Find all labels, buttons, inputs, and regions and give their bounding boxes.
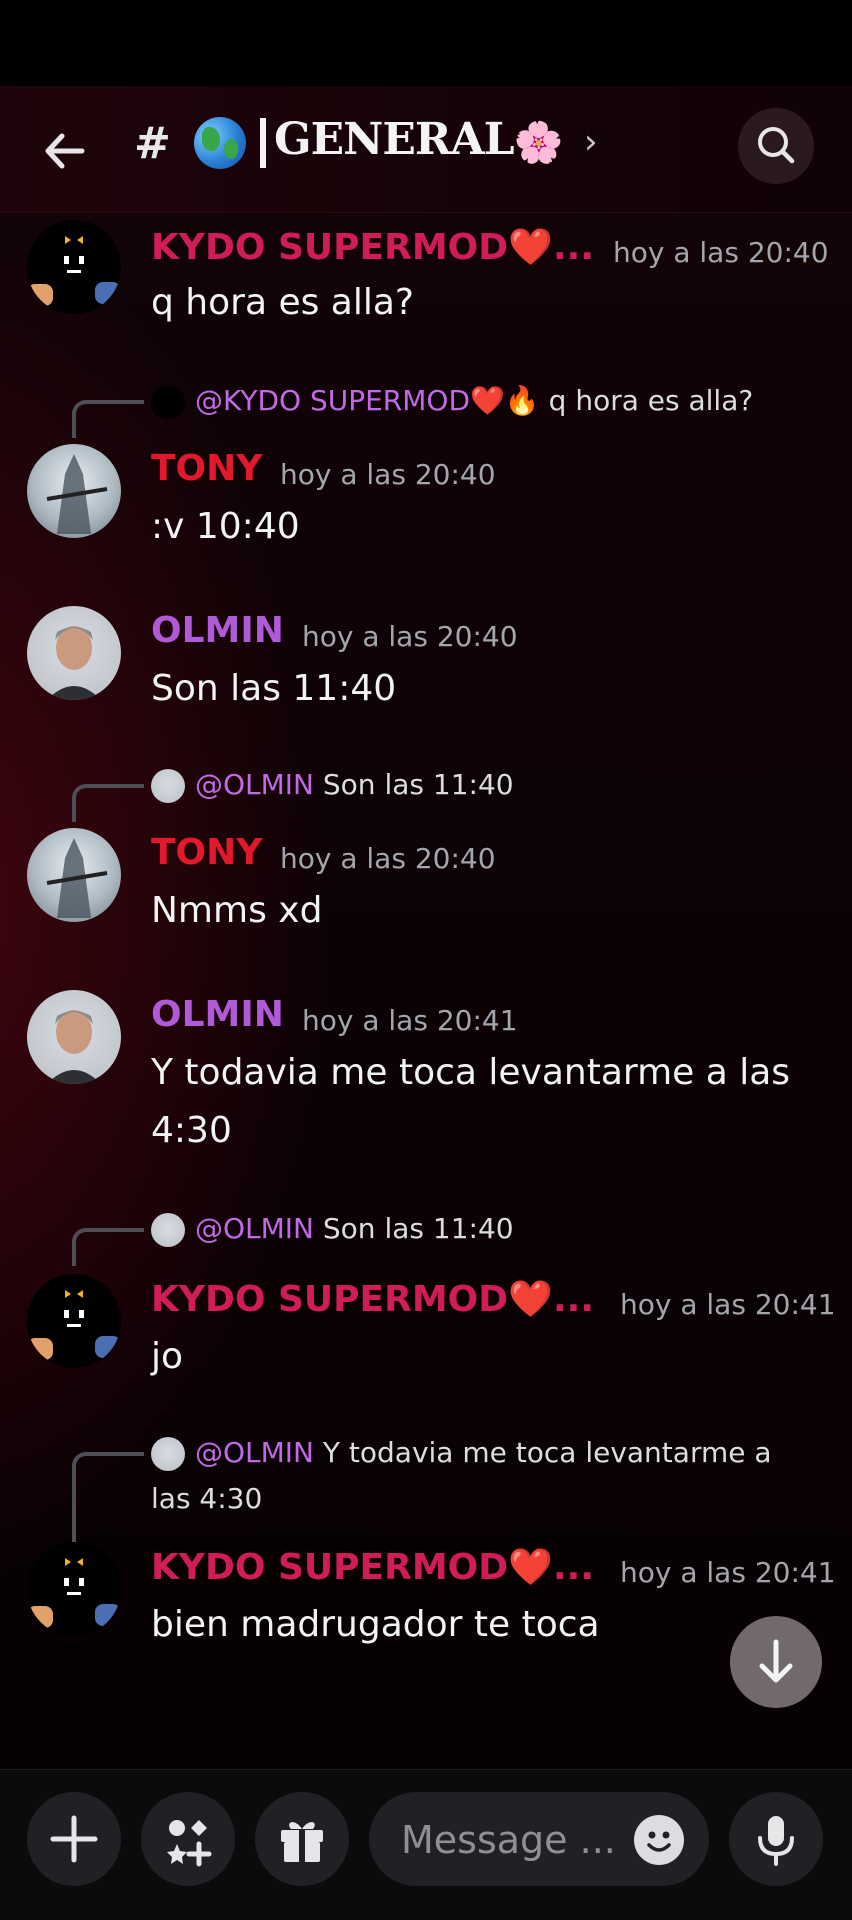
author-name[interactable]: KYDO SUPERMOD❤️...: [151, 1278, 594, 1320]
kydo-avatar-icon: [27, 1278, 121, 1360]
avatar-kydo[interactable]: [27, 1274, 121, 1368]
hash-icon: #: [134, 118, 171, 169]
separator-bar: [260, 117, 266, 168]
search-icon: [758, 127, 795, 164]
voice-message-button[interactable]: [729, 1792, 823, 1886]
reply-preview[interactable]: @KYDO SUPERMOD❤️🔥 q hora es alla?: [151, 384, 753, 419]
reply-avatar: [151, 1437, 185, 1471]
reply-connector: [72, 400, 144, 438]
avatar-olmin[interactable]: [27, 990, 121, 1084]
jump-to-present-button[interactable]: [730, 1616, 822, 1708]
tony-avatar-icon: [46, 454, 108, 534]
reply-preview[interactable]: @OLMIN Y todavia me toca levantarme a: [151, 1436, 772, 1471]
arrow-down-icon: [759, 1639, 793, 1683]
reply-text-line2: las 4:30: [151, 1482, 263, 1515]
reply-text: Son las 11:40: [322, 768, 514, 801]
timestamp: hoy a las 20:40: [302, 620, 518, 653]
avatar-olmin[interactable]: [27, 606, 121, 700]
reply-text: Son las 11:40: [322, 1212, 514, 1245]
message-composer: Message ...: [0, 1769, 852, 1920]
timestamp: hoy a las 20:41: [620, 1556, 836, 1589]
plus-icon: [50, 1815, 98, 1863]
message-text: jo: [151, 1336, 184, 1377]
timestamp: hoy a las 20:40: [280, 458, 496, 491]
chevron-right-icon[interactable]: ›: [584, 122, 598, 162]
gift-button[interactable]: [255, 1792, 349, 1886]
search-button[interactable]: [738, 108, 814, 184]
reply-mention: @OLMIN: [195, 1436, 314, 1469]
avatar-kydo[interactable]: [27, 220, 121, 314]
message-input-placeholder: Message ...: [401, 1818, 616, 1862]
olmin-avatar-icon: [47, 626, 101, 700]
tony-avatar-icon: [46, 838, 108, 918]
back-button[interactable]: [38, 124, 92, 178]
attach-button[interactable]: [27, 1792, 121, 1886]
flower-icon: 🌸: [513, 119, 564, 166]
reply-preview[interactable]: @OLMIN Son las 11:40: [151, 768, 514, 803]
reply-avatar: [151, 769, 185, 803]
message-text: :v 10:40: [151, 506, 300, 547]
chat-app: # GENERAL🌸 › KYDO SUPERMOD❤️... hoy a la…: [0, 86, 852, 1920]
author-name[interactable]: TONY: [151, 832, 262, 873]
reply-connector: [72, 1228, 144, 1266]
timestamp: hoy a las 20:41: [620, 1288, 836, 1321]
author-name[interactable]: TONY: [151, 448, 262, 489]
reply-connector: [72, 1452, 144, 1546]
avatar-tony[interactable]: [27, 828, 121, 922]
avatar-tony[interactable]: [27, 444, 121, 538]
message-text: q hora es alla?: [151, 282, 415, 323]
reply-avatar: [151, 1213, 185, 1247]
message-text-line1: Y todavia me toca levantarme a las: [151, 1052, 791, 1093]
globe-icon: [194, 116, 246, 169]
reply-text-line1: Y todavia me toca levantarme a: [322, 1436, 772, 1469]
reply-text: q hora es alla?: [548, 384, 754, 417]
reply-mention: @OLMIN: [195, 1212, 314, 1245]
apps-icon: [167, 1820, 212, 1867]
kydo-avatar-icon: [27, 224, 121, 306]
reply-connector: [72, 784, 144, 822]
timestamp: hoy a las 20:40: [280, 842, 496, 875]
author-name[interactable]: OLMIN: [151, 994, 284, 1035]
arrow-left-icon: [45, 133, 85, 169]
author-name[interactable]: KYDO SUPERMOD❤️...: [151, 1546, 594, 1588]
emoji-icon: [647, 1831, 671, 1852]
author-name[interactable]: OLMIN: [151, 610, 284, 651]
reply-preview[interactable]: @OLMIN Son las 11:40: [151, 1212, 514, 1247]
kydo-avatar-icon: [27, 1546, 121, 1628]
gift-icon: [281, 1822, 323, 1862]
timestamp: hoy a las 20:41: [302, 1004, 518, 1037]
reply-mention: @KYDO SUPERMOD❤️🔥: [195, 384, 540, 417]
message-text: Son las 11:40: [151, 668, 397, 709]
emoji-button[interactable]: [634, 1815, 684, 1865]
reply-mention: @OLMIN: [195, 768, 314, 801]
channel-name: GENERAL: [274, 114, 515, 165]
message-text: bien madrugador te toca: [151, 1604, 600, 1645]
message-text: Nmms xd: [151, 890, 323, 931]
message-input[interactable]: Message ...: [369, 1792, 709, 1886]
channel-title[interactable]: GENERAL🌸: [194, 114, 564, 169]
reply-avatar: [151, 385, 185, 419]
author-name[interactable]: KYDO SUPERMOD❤️...: [151, 226, 594, 268]
olmin-avatar-icon: [47, 1010, 101, 1084]
avatar-kydo[interactable]: [27, 1542, 121, 1636]
apps-button[interactable]: [141, 1792, 235, 1886]
message-text-line2: 4:30: [151, 1110, 232, 1151]
timestamp: hoy a las 20:40: [613, 236, 829, 269]
microphone-icon: [758, 1816, 794, 1866]
channel-header: # GENERAL🌸 ›: [0, 86, 852, 213]
